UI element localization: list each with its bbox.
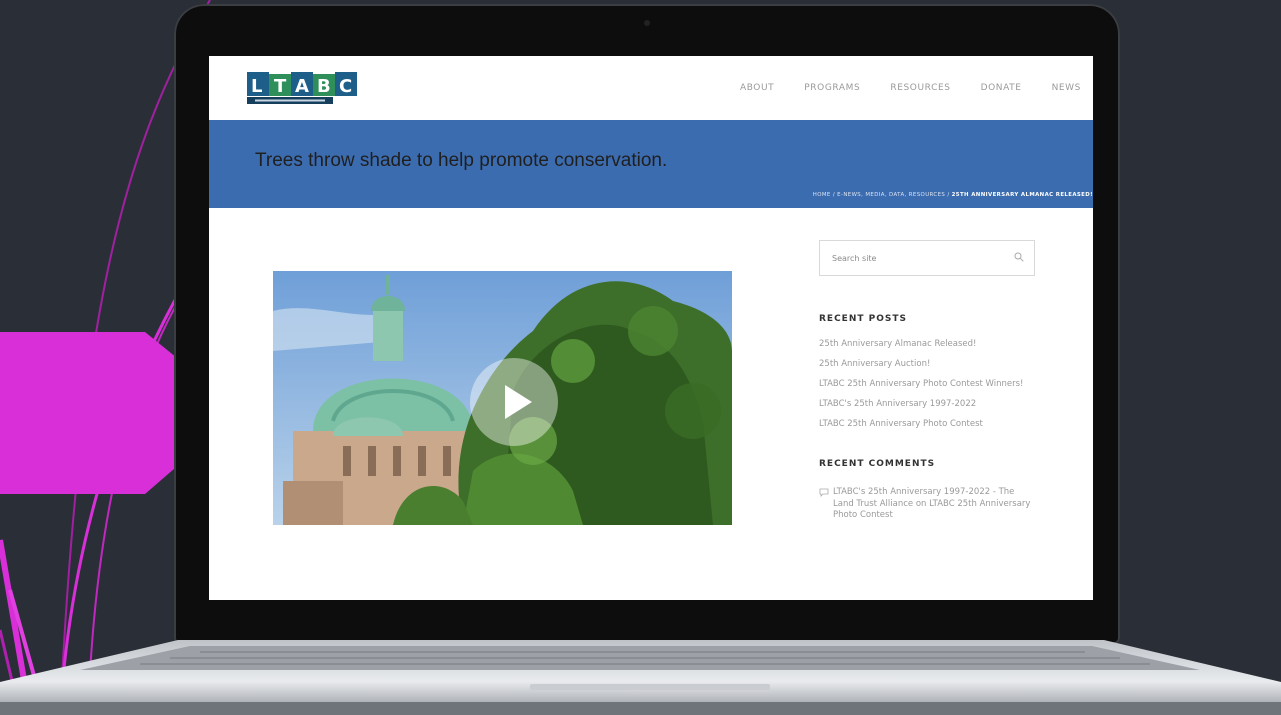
ltabc-logo[interactable]: L T A B C bbox=[245, 68, 361, 106]
breadcrumb: HOME / E-NEWS, MEDIA, DATA, RESOURCES / … bbox=[813, 192, 1093, 198]
svg-text:T: T bbox=[274, 76, 287, 97]
page-title-banner: Trees throw shade to help promote conser… bbox=[209, 120, 1093, 208]
laptop-base bbox=[0, 640, 1281, 715]
recent-comments-title: RECENT COMMENTS bbox=[819, 459, 936, 469]
nav-resources[interactable]: RESOURCES bbox=[890, 83, 950, 93]
search-icon[interactable] bbox=[1014, 252, 1024, 262]
svg-text:A: A bbox=[295, 76, 309, 97]
search-input[interactable] bbox=[830, 242, 1004, 274]
recent-post-link[interactable]: 25th Anniversary Almanac Released! bbox=[819, 338, 1035, 350]
nav-news[interactable]: NEWS bbox=[1052, 83, 1081, 93]
recent-posts-list: 25th Anniversary Almanac Released! 25th … bbox=[819, 338, 1035, 430]
svg-text:L: L bbox=[251, 76, 262, 97]
magenta-hexagon bbox=[0, 332, 182, 494]
breadcrumb-path[interactable]: HOME / E-NEWS, MEDIA, DATA, RESOURCES / bbox=[813, 192, 952, 198]
play-icon bbox=[504, 385, 532, 419]
svg-text:B: B bbox=[317, 76, 331, 97]
search-box bbox=[819, 240, 1035, 276]
recent-post-link[interactable]: LTABC's 25th Anniversary 1997-2022 bbox=[819, 398, 1035, 410]
video-player[interactable] bbox=[273, 271, 732, 525]
browser-screen: L T A B C ABOUT PROGRAMS RESOURCES DONAT… bbox=[209, 56, 1093, 600]
nav-programs[interactable]: PROGRAMS bbox=[804, 83, 860, 93]
webcam bbox=[644, 20, 650, 26]
breadcrumb-current: 25TH ANNIVERSARY ALMANAC RELEASED! bbox=[951, 192, 1093, 198]
nav-about[interactable]: ABOUT bbox=[740, 83, 774, 93]
page-title: Trees throw shade to help promote conser… bbox=[255, 150, 668, 171]
site-header: L T A B C ABOUT PROGRAMS RESOURCES DONAT… bbox=[209, 56, 1093, 120]
recent-comment: LTABC's 25th Anniversary 1997-2022 - The… bbox=[819, 487, 1035, 522]
sidebar: RECENT POSTS 25th Anniversary Almanac Re… bbox=[819, 240, 1035, 522]
play-button[interactable] bbox=[470, 358, 558, 446]
recent-post-link[interactable]: LTABC 25th Anniversary Photo Contest bbox=[819, 418, 1035, 430]
nav-donate[interactable]: DONATE bbox=[981, 83, 1022, 93]
recent-post-link[interactable]: 25th Anniversary Auction! bbox=[819, 358, 1035, 370]
main-nav: ABOUT PROGRAMS RESOURCES DONATE NEWS bbox=[740, 83, 1093, 93]
recent-post-link[interactable]: LTABC 25th Anniversary Photo Contest Win… bbox=[819, 378, 1035, 390]
svg-text:C: C bbox=[339, 76, 352, 97]
recent-posts-title: RECENT POSTS bbox=[819, 314, 907, 324]
recent-comment-link[interactable]: LTABC's 25th Anniversary 1997-2022 - The… bbox=[833, 487, 1035, 522]
comment-icon bbox=[819, 488, 829, 497]
